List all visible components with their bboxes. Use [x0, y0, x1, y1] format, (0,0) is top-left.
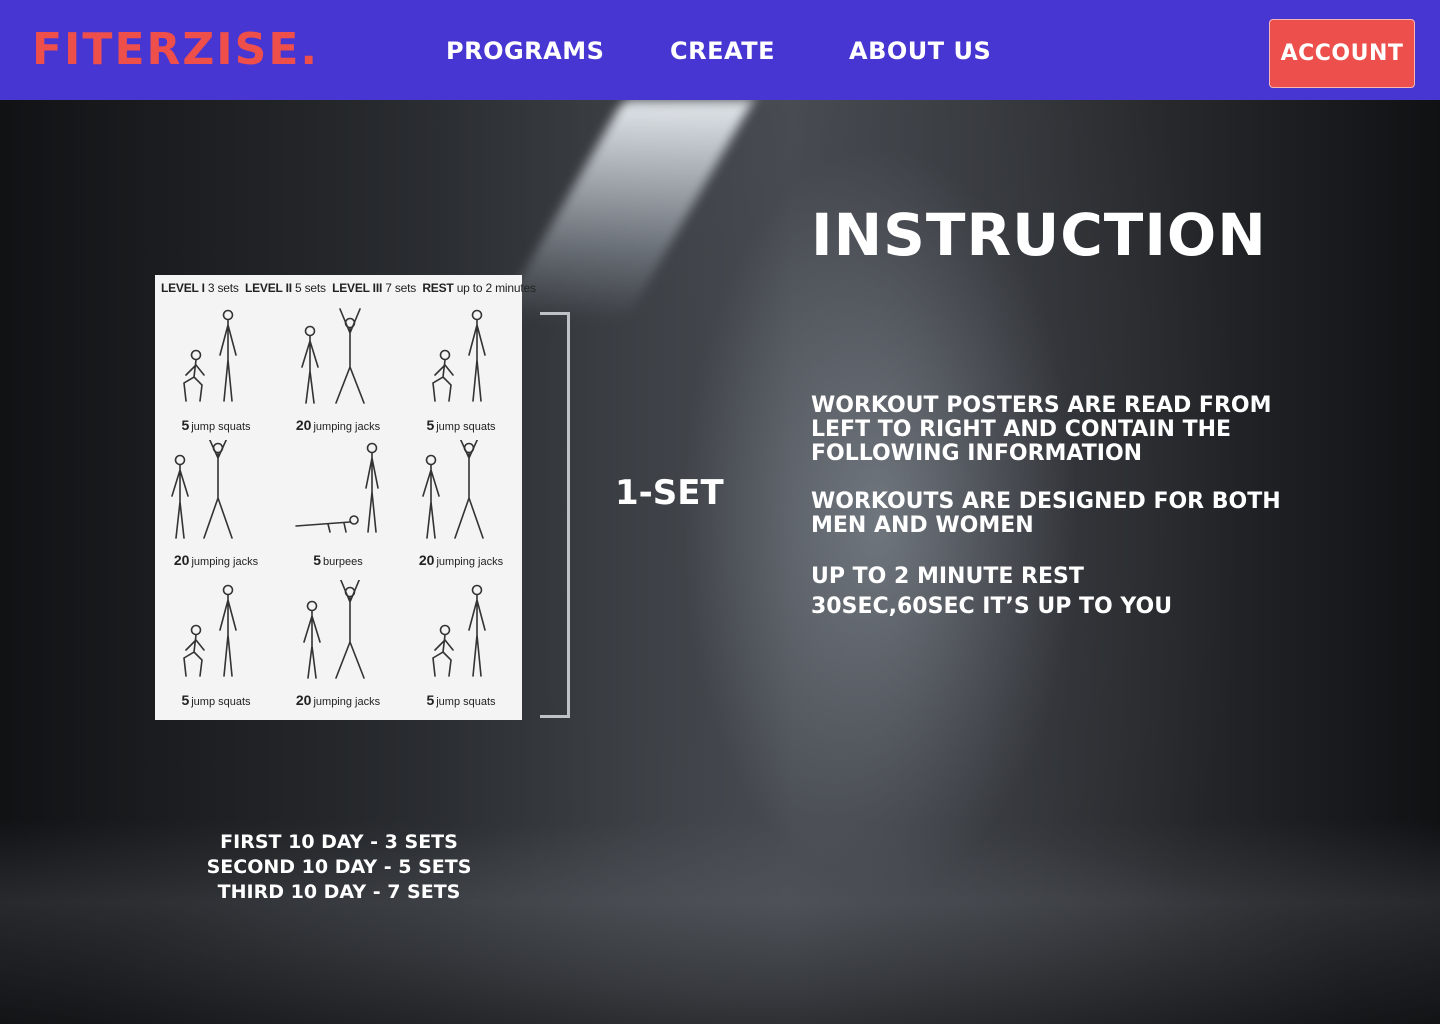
instruction-rest: UP TO 2 MINUTE REST 30SEC,60SEC IT’S UP … — [811, 562, 1331, 622]
poster-cell: 5 jump squats — [155, 580, 277, 720]
jumping-jack-figure-icon — [303, 580, 365, 679]
exercise-caption: 5 jump squats — [181, 417, 251, 433]
exercise-caption: 20 jumping jacks — [173, 552, 259, 568]
jumping-jack-figure-icon — [422, 440, 484, 539]
jump-squat-figure-icon — [183, 584, 237, 677]
exercise-caption: 5 burpees — [313, 552, 363, 568]
jump-squat-figure-icon — [432, 309, 486, 402]
poster-rest: REST — [422, 281, 454, 295]
poster-level-2: LEVEL II — [244, 281, 292, 295]
brand-logo[interactable]: FITERZISE. — [32, 26, 319, 74]
rest-line-2: 30SEC,60SEC IT’S UP TO YOU — [811, 594, 1173, 619]
burpee-figure-icon — [295, 442, 379, 533]
exercise-caption: 20 jumping jacks — [418, 552, 504, 568]
set-bracket — [540, 312, 570, 718]
poster-rest-value: up to 2 minutes — [456, 281, 536, 295]
poster-cell: 5 jump squats — [400, 305, 522, 445]
jumping-jack-figure-icon — [171, 440, 233, 539]
poster-level-1-sets: 3 sets — [207, 281, 239, 295]
sets-line: FIRST 10 DAY - 3 SETS — [220, 831, 458, 853]
top-navigation-bar: FITERZISE. PROGRAMS CREATE ABOUT US ACCO… — [0, 0, 1440, 100]
exercise-caption: 20 jumping jacks — [295, 417, 381, 433]
account-button[interactable]: ACCOUNT — [1269, 19, 1415, 88]
jump-squat-figure-icon — [432, 584, 486, 677]
poster-cell: 20 jumping jacks — [277, 305, 399, 445]
instruction-paragraph: WORKOUTS ARE DESIGNED FOR BOTH MEN AND W… — [811, 489, 1281, 538]
poster-level-1: LEVEL I — [161, 281, 205, 295]
exercise-caption: 20 jumping jacks — [295, 692, 381, 708]
instruction-paragraph: WORKOUT POSTERS ARE READ FROM LEFT TO RI… — [811, 393, 1272, 466]
instruction-title: INSTRUCTION — [811, 201, 1267, 269]
nav-about-us[interactable]: ABOUT US — [849, 36, 991, 66]
poster-cell: 5 jump squats — [400, 580, 522, 720]
poster-header: LEVEL I 3 sets LEVEL II 5 sets LEVEL III… — [161, 281, 536, 295]
poster-level-2-sets: 5 sets — [294, 281, 326, 295]
jumping-jack-figure-icon — [301, 308, 365, 404]
exercise-caption: 5 jump squats — [426, 417, 496, 433]
sets-schedule: FIRST 10 DAY - 3 SETS SECOND 10 DAY - 5 … — [180, 830, 498, 905]
hero-section: LEVEL I 3 sets LEVEL II 5 sets LEVEL III… — [0, 100, 1440, 1024]
sets-line: THIRD 10 DAY - 7 SETS — [217, 881, 461, 903]
workout-poster: LEVEL I 3 sets LEVEL II 5 sets LEVEL III… — [155, 275, 536, 720]
exercise-caption: 5 jump squats — [181, 692, 251, 708]
poster-level-3-sets: 7 sets — [385, 281, 417, 295]
exercise-caption: 5 jump squats — [426, 692, 496, 708]
sets-line: SECOND 10 DAY - 5 SETS — [206, 856, 472, 878]
poster-cell: 5 jump squats — [155, 305, 277, 445]
poster-cell: 20 jumping jacks — [155, 440, 277, 580]
nav-create[interactable]: CREATE — [670, 36, 775, 66]
rest-line-1: UP TO 2 MINUTE REST — [811, 564, 1084, 589]
jump-squat-figure-icon — [183, 309, 237, 402]
poster-cell: 20 jumping jacks — [400, 440, 522, 580]
poster-cell: 5 burpees — [277, 440, 399, 580]
poster-level-3: LEVEL III — [332, 281, 383, 295]
poster-cell: 20 jumping jacks — [277, 580, 399, 720]
nav-programs[interactable]: PROGRAMS — [446, 36, 604, 66]
set-label: 1-SET — [615, 473, 724, 513]
